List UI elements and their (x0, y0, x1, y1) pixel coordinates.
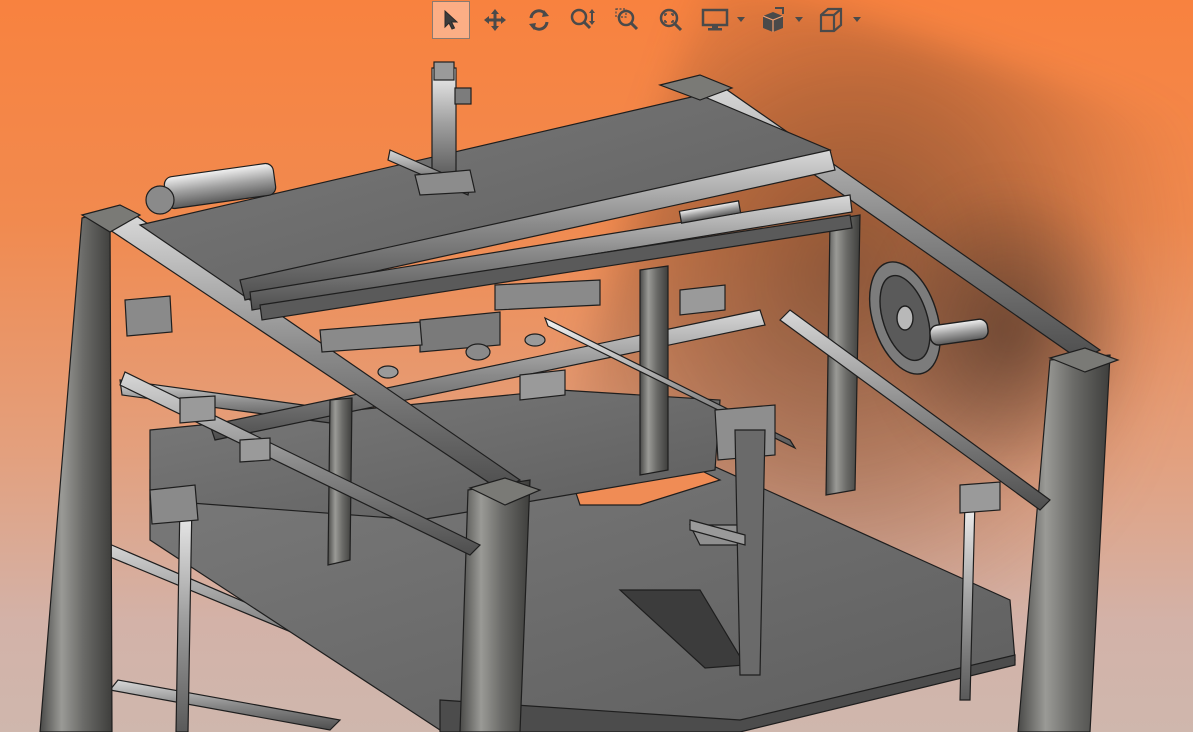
zoom-in-out-icon (570, 8, 595, 30)
rotate-button[interactable] (520, 1, 558, 39)
zoom-area-button[interactable] (608, 1, 646, 39)
iso-view-cube-icon (819, 7, 843, 33)
zoom-in-out-button[interactable] (564, 1, 602, 39)
zoom-area-icon (615, 8, 639, 31)
rotate-icon (529, 9, 549, 31)
display-mode-button[interactable] (696, 1, 734, 39)
arrow-pointer-icon (444, 9, 459, 30)
pan-move-icon (484, 9, 506, 31)
view-mode-group (754, 1, 806, 39)
standard-views-group (812, 1, 864, 39)
display-mode-group (696, 1, 748, 39)
pan-button[interactable] (476, 1, 514, 39)
fit-all-icon (659, 8, 683, 32)
fit-all-button[interactable] (652, 1, 690, 39)
view-mode-dropdown[interactable] (792, 1, 806, 39)
view-mode-button[interactable] (754, 1, 792, 39)
chevron-down-icon (737, 17, 745, 22)
chevron-down-icon (853, 17, 861, 22)
3d-viewport[interactable] (0, 0, 1193, 732)
monitor-icon (701, 8, 729, 31)
view-toolbar (432, 0, 864, 40)
chevron-down-icon (795, 17, 803, 22)
view-cube-edit-icon (762, 7, 784, 32)
cad-assembly-model[interactable] (0, 0, 1193, 732)
standard-views-dropdown[interactable] (850, 1, 864, 39)
select-button[interactable] (432, 1, 470, 39)
display-mode-dropdown[interactable] (734, 1, 748, 39)
standard-views-button[interactable] (812, 1, 850, 39)
